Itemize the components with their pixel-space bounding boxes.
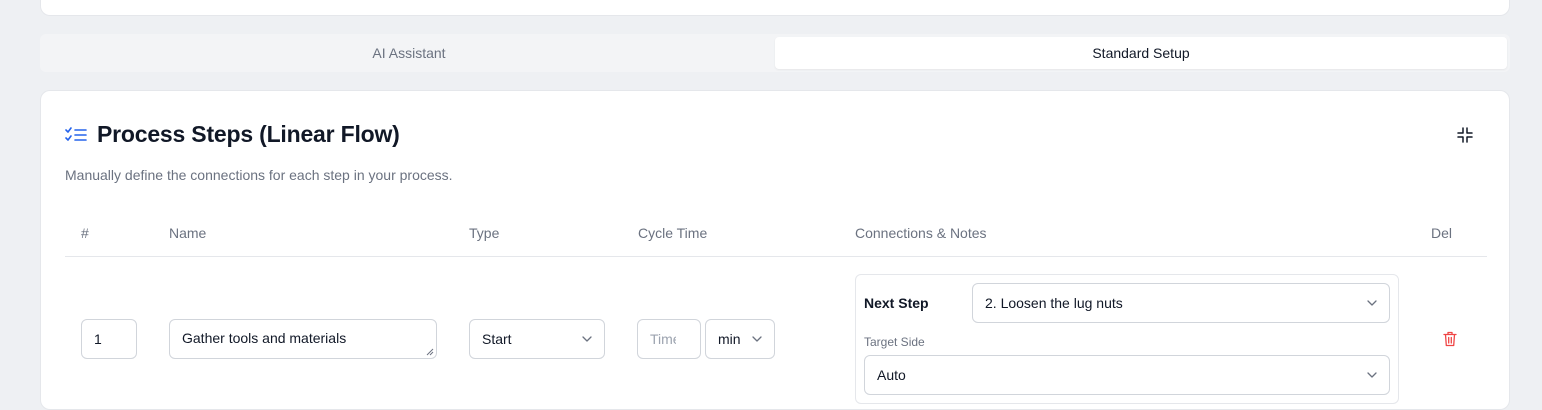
next-step-label: Next Step [864,295,929,311]
table-header: # Name Type Cycle Time Connections & Not… [65,223,1487,257]
next-step-value: 2. Loosen the lug nuts [985,295,1123,311]
tab-ai-assistant[interactable]: AI Assistant [43,37,775,69]
card-subtitle: Manually define the connections for each… [65,167,453,183]
header-type: Type [469,225,500,241]
target-side-value: Auto [877,367,906,383]
chevron-down-icon [1367,372,1377,378]
target-side-label: Target Side [864,335,925,349]
card-header: Process Steps (Linear Flow) [65,121,400,148]
process-steps-card: Process Steps (Linear Flow) Manually def… [40,90,1510,410]
tab-standard-setup[interactable]: Standard Setup [775,37,1507,69]
header-cycle-time: Cycle Time [638,225,708,241]
collapse-icon[interactable] [1457,127,1473,143]
connections-panel: Next Step 2. Loosen the lug nuts Target … [855,274,1399,404]
header-delete: Del [1431,225,1453,241]
step-type-select[interactable]: Start [469,319,605,359]
header-name: Name [169,225,207,241]
list-checks-icon [65,126,87,141]
step-name-value: Gather tools and materials [182,330,347,346]
resize-grip-icon[interactable] [426,348,434,356]
chevron-down-icon [1367,300,1377,306]
next-step-select[interactable]: 2. Loosen the lug nuts [972,283,1390,323]
cycle-unit-select[interactable]: min [705,319,775,359]
chevron-down-icon [752,336,762,342]
page-title: Process Steps (Linear Flow) [97,121,400,147]
step-type-value: Start [482,331,512,347]
cycle-time-placeholder: Time [650,331,676,347]
cycle-time-input[interactable]: Time [637,319,701,359]
header-number: # [81,225,89,241]
target-side-select[interactable]: Auto [864,355,1390,395]
chevron-down-icon [582,336,592,342]
cycle-unit-value: min [718,331,741,347]
step-number-input[interactable]: 1 [81,319,137,359]
step-name-input[interactable]: Gather tools and materials [169,319,437,359]
mode-tabs: AI Assistant Standard Setup [40,34,1510,72]
step-number-value: 1 [94,331,102,347]
header-connections: Connections & Notes [855,225,987,241]
previous-card [40,0,1510,16]
trash-icon[interactable] [1443,331,1457,347]
